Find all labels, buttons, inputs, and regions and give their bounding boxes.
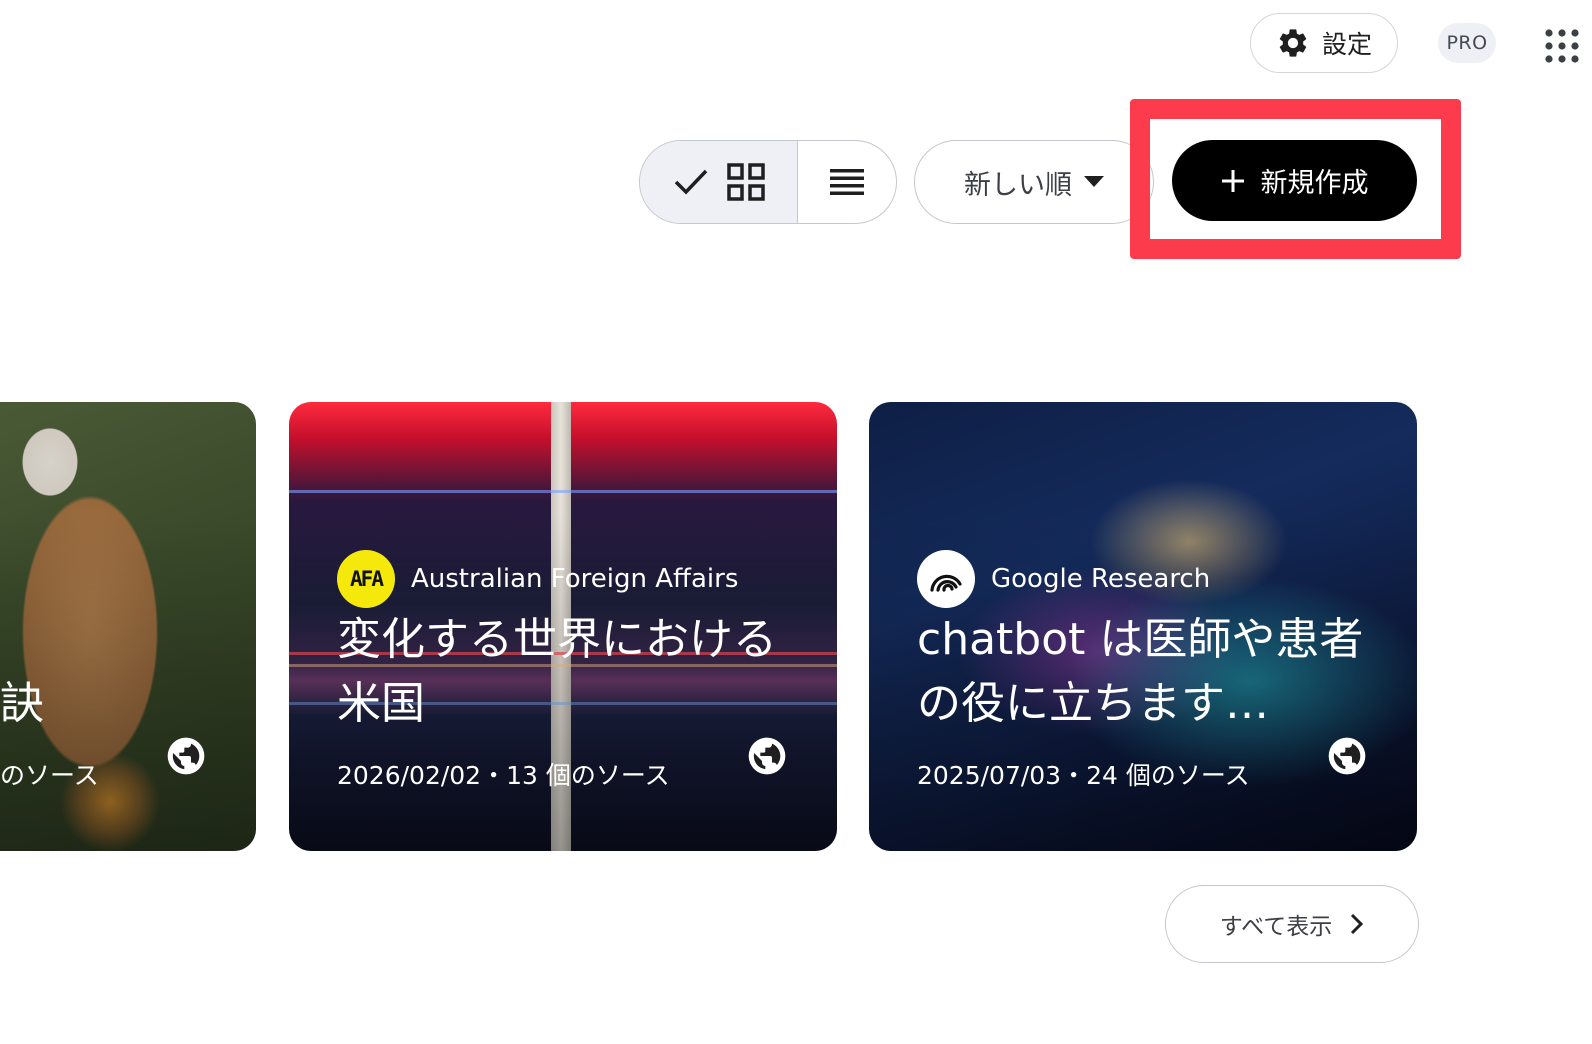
card-source: Google Research bbox=[917, 550, 1210, 608]
card-meta: 2026/02/02・13 個のソース bbox=[337, 761, 670, 790]
sort-dropdown[interactable]: 新しい順 bbox=[914, 140, 1154, 224]
view-mode-toggle bbox=[639, 140, 897, 224]
card-title: 訣 bbox=[0, 678, 44, 729]
checkmark-icon bbox=[674, 169, 707, 195]
globe-icon bbox=[167, 737, 205, 775]
globe-icon bbox=[748, 737, 786, 775]
globe-icon bbox=[1328, 737, 1366, 775]
view-all-label: すべて表示 bbox=[1219, 914, 1333, 940]
chevron-right-icon bbox=[1351, 913, 1364, 935]
list-view-button[interactable] bbox=[798, 141, 896, 223]
card-source: AFA Australian Foreign Affairs bbox=[337, 550, 738, 608]
settings-label: 設定 bbox=[1321, 30, 1372, 59]
google-research-logo-icon bbox=[917, 550, 975, 608]
grid-view-button[interactable] bbox=[640, 141, 798, 223]
gear-icon bbox=[1279, 29, 1307, 57]
view-all-button[interactable]: すべて表示 bbox=[1165, 885, 1419, 963]
settings-button[interactable]: 設定 bbox=[1250, 13, 1398, 73]
card-meta: 2025/07/03・24 個のソース bbox=[917, 761, 1250, 790]
source-name: Australian Foreign Affairs bbox=[411, 564, 739, 594]
card-meta: のソース bbox=[0, 761, 99, 790]
source-logo: AFA bbox=[337, 550, 395, 608]
sort-label: 新しい順 bbox=[964, 169, 1072, 201]
pro-badge[interactable]: PRO bbox=[1438, 23, 1496, 63]
highlight-annotation bbox=[1130, 99, 1461, 259]
list-icon bbox=[830, 169, 864, 195]
notebook-card[interactable]: Google Research chatbot は医師や患者の役に立ちます… 2… bbox=[869, 402, 1417, 851]
notebook-card[interactable]: AFA Australian Foreign Affairs 変化する世界におけ… bbox=[289, 402, 837, 851]
card-title: 変化する世界における米国 bbox=[337, 614, 777, 729]
notebook-card[interactable]: 訣 のソース bbox=[0, 402, 256, 851]
card-title: chatbot は医師や患者の役に立ちます… bbox=[917, 614, 1364, 729]
source-name: Google Research bbox=[991, 564, 1211, 594]
dropdown-arrow-icon bbox=[1084, 176, 1104, 187]
grid-icon bbox=[726, 163, 765, 201]
apps-grid-icon[interactable] bbox=[1544, 28, 1580, 64]
